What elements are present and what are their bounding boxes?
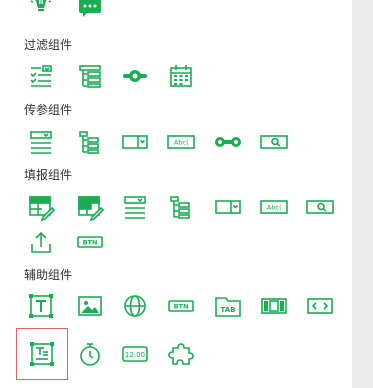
tab-icon[interactable]: TAB: [211, 289, 245, 323]
text-input-label: Abc|: [174, 139, 188, 147]
button-icon-label: BTN: [83, 239, 98, 247]
clock-display-label: 12:00: [125, 351, 145, 359]
table-edit-icon[interactable]: [73, 190, 107, 224]
image-icon[interactable]: [73, 289, 107, 323]
button-icon[interactable]: BTN: [73, 225, 107, 259]
search-box-icon[interactable]: [303, 190, 337, 224]
button-icon[interactable]: BTN: [164, 289, 198, 323]
table-edit-icon[interactable]: [24, 190, 58, 224]
tree-list-icon[interactable]: [73, 125, 107, 159]
list-dropdown-icon[interactable]: [24, 125, 58, 159]
section-title-fill: 填报组件: [24, 168, 73, 182]
select-dropdown-icon[interactable]: [211, 190, 245, 224]
chat-message-icon[interactable]: [73, 0, 107, 28]
slider-icon[interactable]: [118, 59, 152, 93]
timer-icon[interactable]: [73, 337, 107, 371]
button-icon-label: BTN: [174, 303, 189, 311]
pager-icon[interactable]: [303, 289, 337, 323]
lightbulb-chart-icon[interactable]: [24, 0, 58, 28]
section-title-param: 传参组件: [24, 103, 73, 117]
tab-icon-label: TAB: [221, 306, 236, 314]
select-dropdown-icon[interactable]: [118, 125, 152, 159]
text-input-icon[interactable]: Abc|: [257, 190, 291, 224]
range-slider-icon[interactable]: [211, 125, 245, 159]
globe-icon[interactable]: [118, 289, 152, 323]
text-icon[interactable]: [24, 289, 58, 323]
rich-text-icon[interactable]: [16, 328, 68, 380]
component-panel: 过滤组件 传参组件 Abc| 填报组件 Abc| BTN 辅助组件 BTN TA…: [0, 0, 352, 388]
tree-list-icon[interactable]: [164, 190, 198, 224]
list-dropdown-icon[interactable]: [118, 190, 152, 224]
checklist-dropdown-icon[interactable]: [24, 59, 58, 93]
section-title-filter: 过滤组件: [24, 38, 73, 52]
clock-display-icon[interactable]: 12:00: [118, 337, 152, 371]
text-input-icon[interactable]: Abc|: [164, 125, 198, 159]
upload-icon[interactable]: [24, 225, 58, 259]
plugin-icon[interactable]: [164, 337, 198, 371]
search-box-icon[interactable]: [257, 125, 291, 159]
text-input-label: Abc|: [267, 204, 281, 212]
calendar-icon[interactable]: [164, 59, 198, 93]
section-title-aux: 辅助组件: [24, 268, 73, 282]
scrollbar[interactable]: [352, 0, 373, 388]
tree-list-icon[interactable]: [73, 59, 107, 93]
carousel-icon[interactable]: [257, 289, 291, 323]
